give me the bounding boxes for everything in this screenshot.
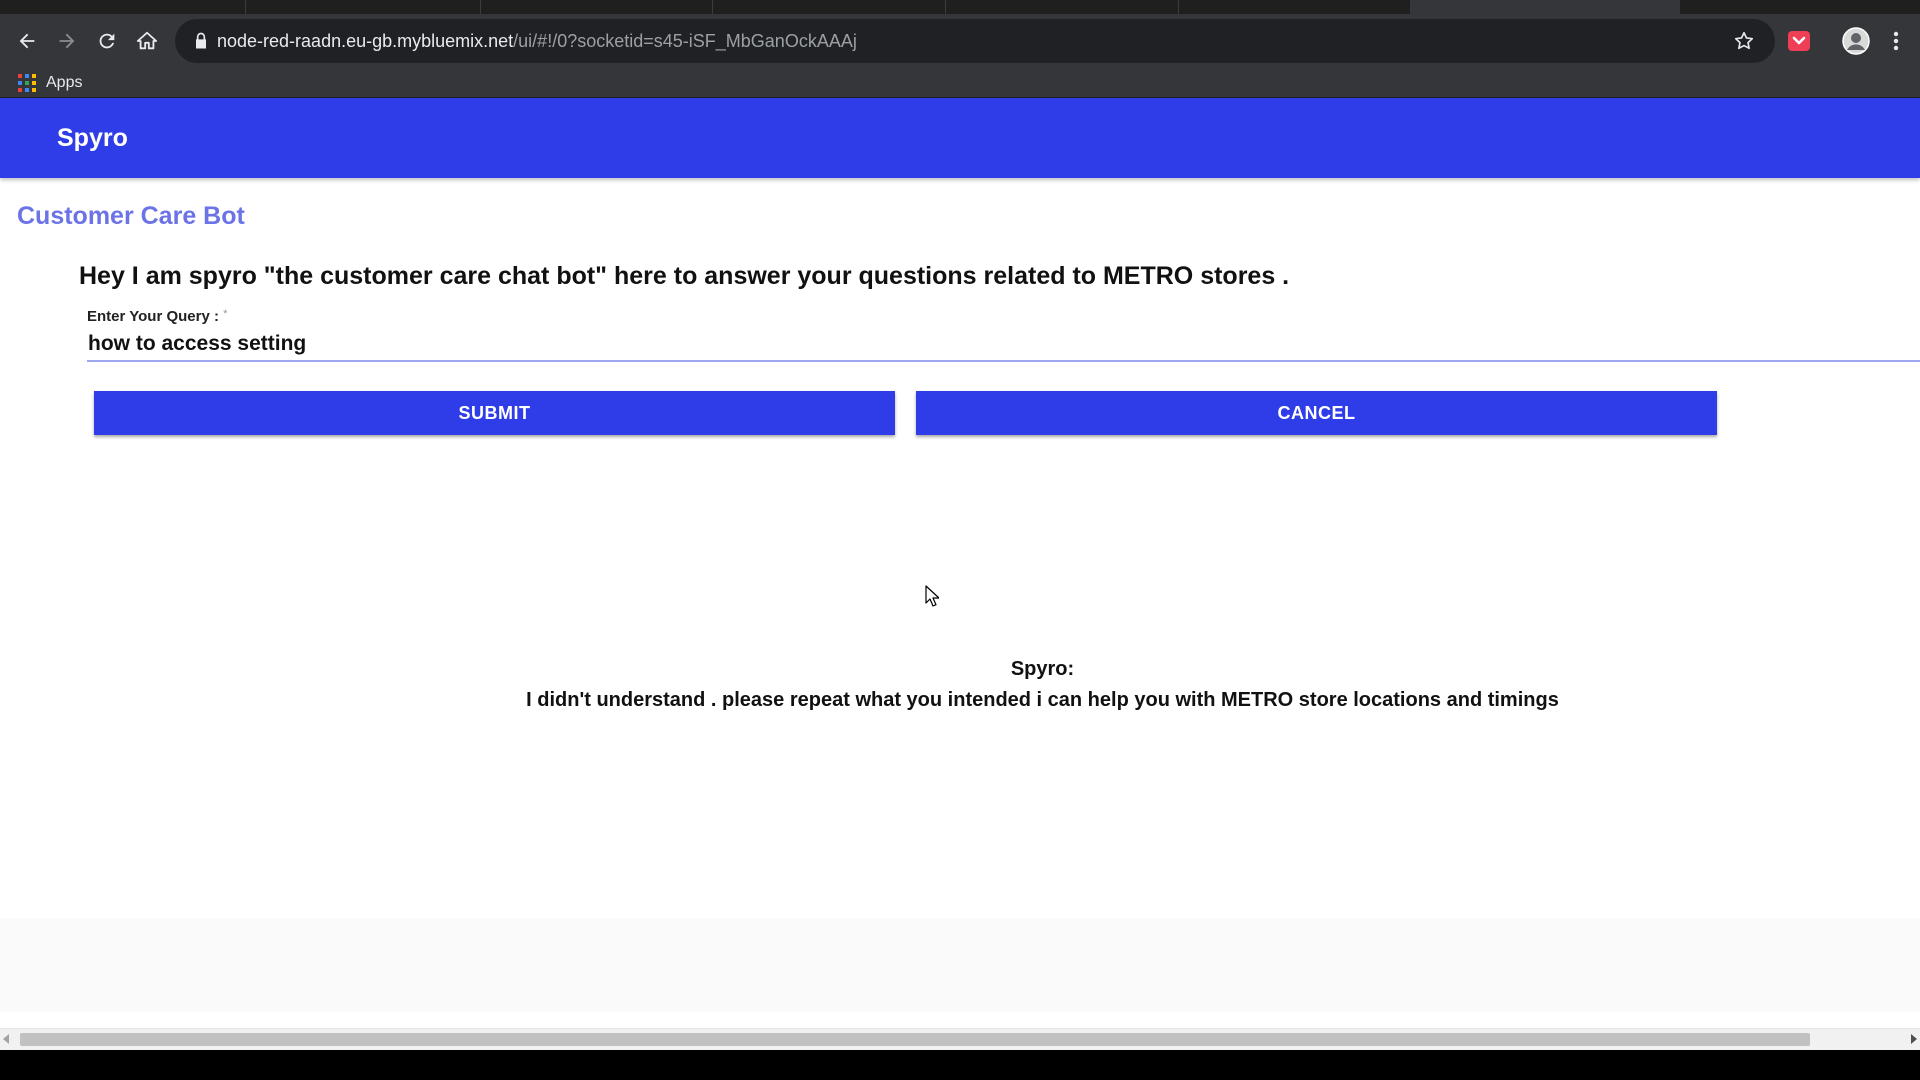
url-path: /ui/#!/0?socketid=s45-iSF_MbGanOckAAAj: [513, 31, 857, 51]
cancel-button[interactable]: CANCEL: [916, 391, 1717, 435]
more-menu-icon[interactable]: [1885, 27, 1907, 55]
forward-button[interactable]: [50, 24, 84, 58]
horizontal-scrollbar[interactable]: [0, 1028, 1920, 1050]
app-title: Spyro: [57, 124, 128, 152]
active-tab[interactable]: [1410, 0, 1680, 14]
scrollbar-thumb[interactable]: [20, 1033, 1810, 1046]
apps-grid-icon: [18, 74, 36, 92]
tab-divider: [480, 0, 481, 14]
forward-arrow-icon: [59, 33, 75, 49]
reply-sender: Spyro:: [1010, 658, 1075, 680]
back-button[interactable]: [10, 24, 44, 58]
mouse-cursor-icon: [925, 585, 939, 607]
home-button[interactable]: [130, 24, 164, 58]
tab-divider: [712, 0, 713, 14]
submit-button[interactable]: SUBMIT: [94, 391, 895, 435]
scroll-left-arrow-icon[interactable]: [3, 1034, 9, 1044]
page-footer-area: [0, 918, 1920, 1012]
query-label-text: Enter Your Query :: [87, 308, 219, 325]
url-text: node-red-raadn.eu-gb.mybluemix.net/ui/#!…: [217, 19, 857, 63]
tab-divider: [245, 0, 246, 14]
apps-shortcut[interactable]: Apps: [18, 71, 82, 95]
tab-divider: [945, 0, 946, 14]
query-label: Enter Your Query : *: [87, 308, 227, 325]
app-toolbar: Spyro: [0, 98, 1920, 178]
browser-toolbar: node-red-raadn.eu-gb.mybluemix.net/ui/#!…: [0, 14, 1920, 69]
required-mark: *: [223, 308, 228, 320]
scroll-right-arrow-icon[interactable]: [1911, 1034, 1917, 1044]
profile-avatar-icon[interactable]: [1842, 27, 1870, 55]
browser-tab-strip: [0, 0, 1920, 14]
page-content: Spyro Customer Care Bot Hey I am spyro "…: [0, 98, 1920, 1040]
apps-label: Apps: [46, 74, 83, 91]
query-input[interactable]: [87, 328, 1920, 362]
reply-message: I didn't understand . please repeat what…: [526, 689, 1559, 711]
reload-icon: [99, 33, 115, 49]
bookmark-star-icon[interactable]: [1733, 30, 1755, 52]
reload-button[interactable]: [90, 24, 124, 58]
url-host: node-red-raadn.eu-gb.mybluemix.net: [217, 31, 514, 51]
lock-icon: [196, 32, 206, 49]
group-title: Customer Care Bot: [17, 202, 245, 230]
address-bar[interactable]: node-red-raadn.eu-gb.mybluemix.net/ui/#!…: [175, 19, 1775, 63]
intro-text: Hey I am spyro "the customer care chat b…: [79, 262, 1290, 290]
tab-divider: [1178, 0, 1179, 14]
back-arrow-icon: [19, 33, 35, 49]
home-icon: [136, 31, 158, 50]
bookmarks-bar: Apps: [0, 69, 1920, 98]
pocket-extension-icon[interactable]: [1785, 27, 1813, 55]
